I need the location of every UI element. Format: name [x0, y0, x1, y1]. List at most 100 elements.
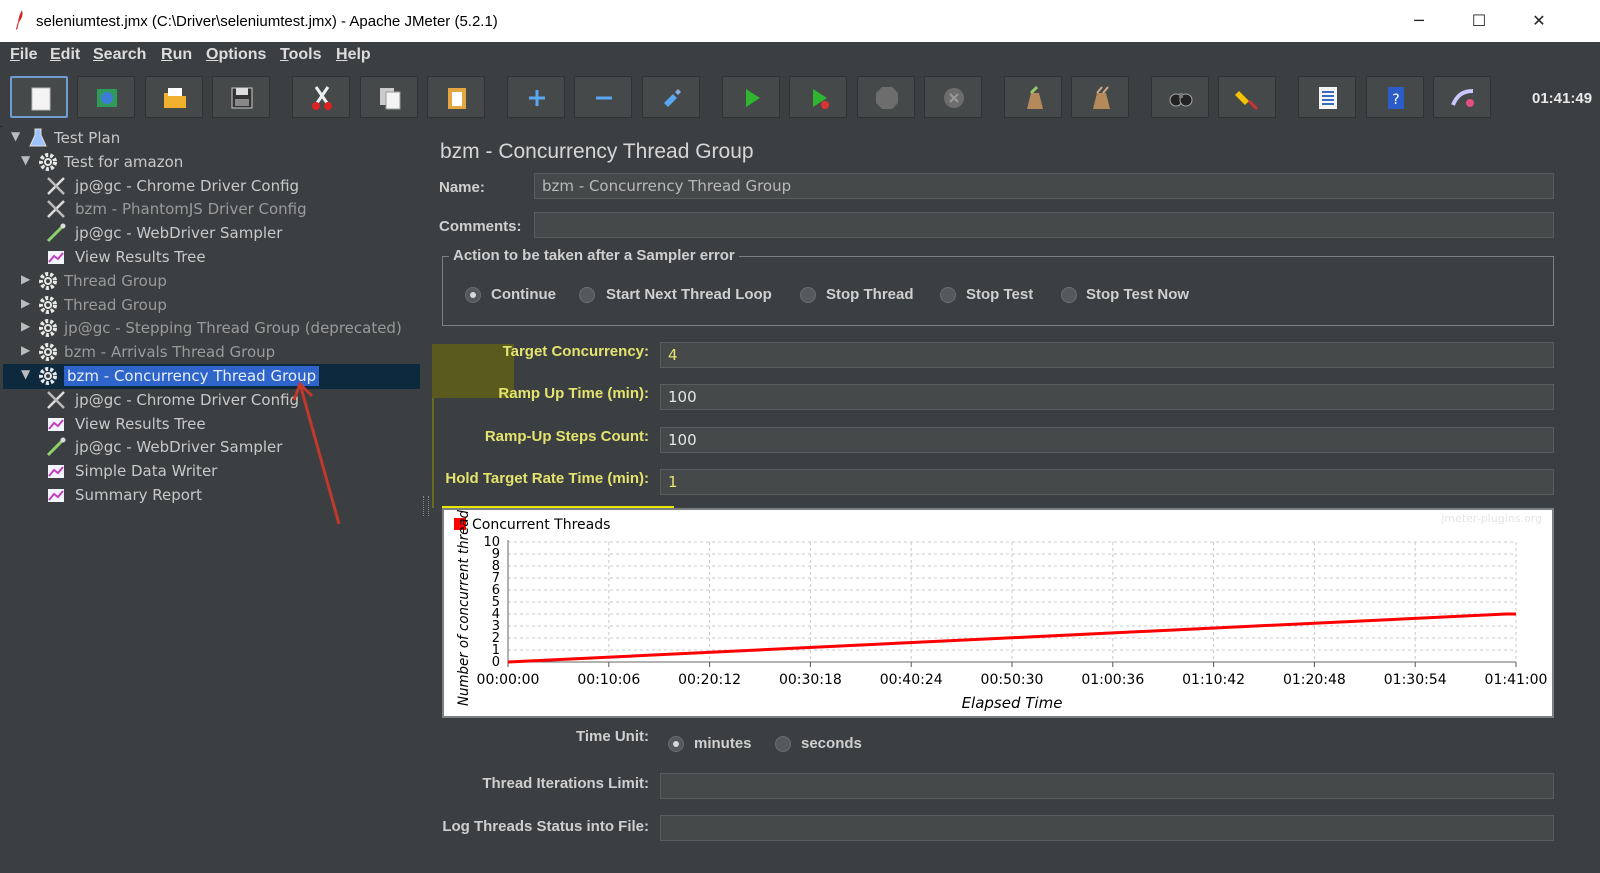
elapsed-clock: 01:41:49: [1532, 90, 1593, 107]
gear-icon: [37, 341, 59, 363]
start-no-pauses-button[interactable]: [789, 76, 847, 118]
open-icon: [164, 88, 186, 108]
cut-button[interactable]: [292, 76, 350, 118]
reset-search-button[interactable]: [1218, 76, 1276, 118]
gear-icon: [37, 294, 59, 316]
expand-all-button[interactable]: [507, 76, 565, 118]
tree-collapsed-icon[interactable]: ▶: [21, 296, 30, 310]
save-button[interactable]: [212, 76, 270, 118]
x-tick-label: 00:40:24: [880, 672, 943, 688]
x-tick-label: 01:30:54: [1384, 672, 1447, 688]
paste-button[interactable]: [427, 76, 485, 118]
tree-node-label: Summary Report: [75, 486, 202, 504]
tree-collapsed-icon[interactable]: ▶: [21, 343, 30, 357]
comments-label: Comments:: [439, 218, 522, 235]
tools-icon: [45, 389, 67, 411]
radio-stop-test[interactable]: [940, 287, 956, 303]
close-button[interactable]: ✕: [1519, 8, 1559, 34]
templates-icon: [97, 89, 117, 107]
tools-icon: [45, 198, 67, 220]
shutdown-icon: [944, 88, 964, 108]
name-label: Name:: [439, 179, 485, 196]
remote-icon: [1451, 89, 1474, 107]
maximize-button[interactable]: ☐: [1459, 8, 1499, 34]
clear-button[interactable]: [1004, 76, 1062, 118]
name-field[interactable]: bzm - Concurrency Thread Group: [534, 173, 1554, 199]
start-button[interactable]: [722, 76, 780, 118]
menu-file[interactable]: File: [10, 46, 38, 64]
ramp-up-time-field[interactable]: 100: [660, 384, 1554, 410]
pipette-icon: [45, 222, 67, 244]
splitter-grip[interactable]: [423, 496, 429, 516]
menu-tools[interactable]: Tools: [280, 46, 321, 64]
templates-button[interactable]: [77, 76, 135, 118]
open-button[interactable]: [145, 76, 203, 118]
radio-stop-test-now[interactable]: [1061, 287, 1077, 303]
x-tick-label: 00:50:30: [981, 672, 1044, 688]
collapse-all-button[interactable]: [574, 76, 632, 118]
new-button[interactable]: [10, 76, 68, 118]
graph-icon: [45, 460, 67, 482]
x-tick-label: 00:20:12: [678, 672, 741, 688]
tree-expanded-icon[interactable]: ▼: [11, 129, 20, 143]
pane-splitter[interactable]: [420, 126, 430, 873]
function-helper-button[interactable]: [1298, 76, 1356, 118]
test-plan-tree[interactable]: ▼ Test Plan ▼ Test for amazon jp@gc - Chrome…: [3, 126, 421, 873]
toggle-button[interactable]: [642, 76, 700, 118]
menu-search[interactable]: Search: [93, 46, 146, 64]
tree-expanded-icon[interactable]: ▼: [21, 367, 30, 381]
radio-stop-thread[interactable]: [800, 287, 816, 303]
hold-target-rate-field[interactable]: 1: [660, 469, 1554, 495]
menu-help[interactable]: Help: [336, 46, 371, 64]
clear-all-icon: [1093, 86, 1110, 109]
x-tick-label: 01:00:36: [1081, 672, 1144, 688]
minimize-button[interactable]: ─: [1399, 8, 1439, 34]
page-title: bzm - Concurrency Thread Group: [440, 140, 754, 163]
menu-options[interactable]: Options: [206, 46, 266, 64]
collapse-icon: [596, 96, 612, 100]
stop-icon: [876, 87, 898, 109]
radio-minutes[interactable]: [668, 736, 684, 752]
x-tick-label: 00:10:06: [577, 672, 640, 688]
sampler-error-group: Action to be taken after a Sampler error…: [442, 247, 1554, 326]
clear-all-button[interactable]: [1071, 76, 1129, 118]
search-button[interactable]: [1151, 76, 1209, 118]
x-axis-title: Elapsed Time: [962, 694, 1063, 712]
tree-collapsed-icon[interactable]: ▶: [21, 319, 30, 333]
radio-continue[interactable]: [465, 287, 481, 303]
x-tick-label: 00:00:00: [477, 672, 540, 688]
chart-watermark: jmeter-plugins.org: [1440, 512, 1542, 525]
target-concurrency-field[interactable]: 4: [660, 342, 1554, 368]
stop-button[interactable]: [857, 76, 915, 118]
menu-run[interactable]: Run: [161, 46, 192, 64]
help-button[interactable]: ?: [1366, 76, 1424, 118]
tree-node-label: bzm - PhantomJS Driver Config: [75, 200, 307, 219]
tree-node-label: Thread Group: [64, 271, 167, 290]
tree-node-label: jp@gc - WebDriver Sampler: [75, 438, 283, 457]
copy-button[interactable]: [360, 76, 418, 118]
radio-continue-label: Continue: [491, 286, 556, 303]
search-icon: [1169, 93, 1193, 107]
comments-field[interactable]: [534, 212, 1554, 238]
radio-seconds[interactable]: [775, 736, 791, 752]
tree-node-label: jp@gc - WebDriver Sampler: [75, 224, 283, 243]
menu-edit[interactable]: Edit: [50, 46, 80, 64]
remote-start-button[interactable]: [1433, 76, 1491, 118]
ramp-up-steps-field[interactable]: 100: [660, 427, 1554, 453]
tree-expanded-icon[interactable]: ▼: [21, 153, 30, 167]
window-title-bar: seleniumtest.jmx (C:\Driver\seleniumtest…: [0, 0, 1600, 43]
radio-start-next-thread-loop[interactable]: [579, 287, 595, 303]
sampler-error-legend: Action to be taken after a Sampler error: [449, 247, 739, 264]
thread-iterations-field[interactable]: [660, 773, 1554, 799]
x-tick-label: 00:30:18: [779, 672, 842, 688]
tree-node-label: Test for amazon: [64, 152, 184, 171]
tree-node-label: jp@gc - Chrome Driver Config: [75, 176, 300, 195]
tree-collapsed-icon[interactable]: ▶: [21, 272, 30, 286]
svg-text:?: ?: [1392, 92, 1399, 108]
tree-node-label: Simple Data Writer: [75, 462, 218, 481]
tree-node-label: jp@gc - Chrome Driver Config: [75, 390, 300, 409]
element-editor: bzm - Concurrency Thread Group Name: bzm…: [430, 126, 1600, 873]
log-threads-field[interactable]: [660, 815, 1554, 841]
toggle-icon: [664, 89, 681, 107]
shutdown-button[interactable]: [924, 76, 982, 118]
